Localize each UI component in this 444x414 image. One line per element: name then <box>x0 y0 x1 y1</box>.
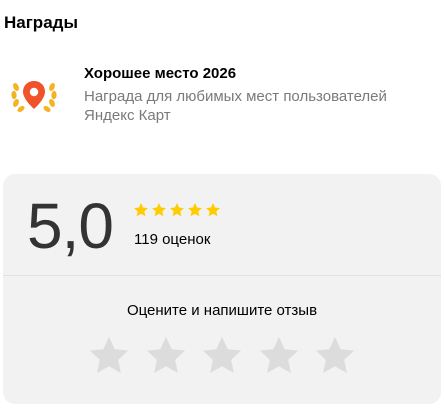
rate-star-3-icon[interactable] <box>200 334 244 378</box>
rate-star-1-icon[interactable] <box>87 334 131 378</box>
divider <box>3 275 441 276</box>
star-icon <box>134 203 148 217</box>
rating-score: 5,0 <box>27 190 114 262</box>
rate-stars-input[interactable] <box>87 334 357 378</box>
award-card: Хорошее место 2026 Награда для любимых м… <box>8 63 428 127</box>
star-icon <box>188 203 202 217</box>
star-icon <box>170 203 184 217</box>
star-icon <box>152 203 166 217</box>
review-count: 119 оценок <box>134 231 211 248</box>
rating-card: 5,0 119 оценок Оцените и напишите отзыв <box>3 174 441 404</box>
award-title: Хорошее место 2026 <box>84 65 237 82</box>
rate-cta-label: Оцените и напишите отзыв <box>126 302 318 319</box>
rate-star-4-icon[interactable] <box>257 334 301 378</box>
laurel-map-pin-icon <box>8 75 60 115</box>
award-description: Награда для любимых мест пользователей Я… <box>84 88 387 124</box>
rate-star-2-icon[interactable] <box>144 334 188 378</box>
section-title: Награды <box>4 13 78 32</box>
rate-star-5-icon[interactable] <box>313 334 357 378</box>
rating-stars <box>133 202 221 220</box>
star-icon <box>206 203 220 217</box>
